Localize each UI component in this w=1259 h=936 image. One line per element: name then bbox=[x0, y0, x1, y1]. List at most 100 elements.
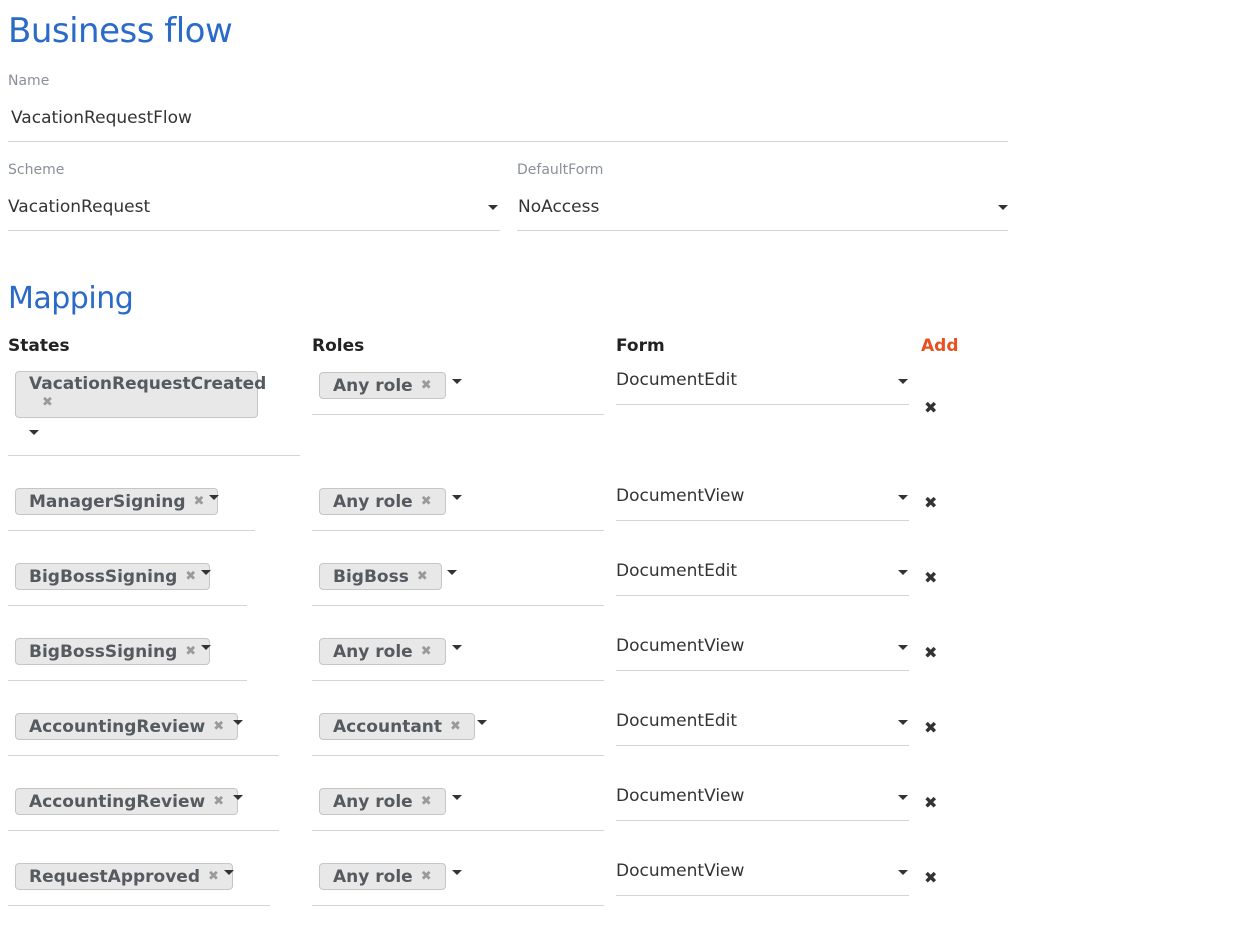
close-icon[interactable]: ✖ bbox=[213, 719, 224, 734]
caret-down-icon bbox=[998, 205, 1008, 210]
state-tag[interactable]: BigBossSigning ✖ bbox=[15, 563, 211, 590]
row-6-state-select[interactable]: AccountingReview ✖ bbox=[8, 786, 279, 831]
role-tag[interactable]: Any role ✖ bbox=[319, 788, 446, 815]
row-3-form-select[interactable]: DocumentEdit bbox=[616, 561, 909, 596]
scheme-underline bbox=[8, 230, 500, 231]
row-7-role-select[interactable]: Any role ✖ bbox=[312, 861, 604, 906]
state-tag[interactable]: VacationRequestCreated ✖ bbox=[15, 371, 266, 418]
close-icon[interactable]: ✖ bbox=[185, 644, 196, 659]
close-icon[interactable]: ✖ bbox=[417, 569, 428, 584]
row-1-form-select[interactable]: DocumentEdit bbox=[616, 370, 909, 405]
row-4-form-select[interactable]: DocumentView bbox=[616, 636, 909, 671]
row-6-role-select[interactable]: Any role ✖ bbox=[312, 786, 604, 831]
state-tag[interactable]: RequestApproved ✖ bbox=[15, 863, 233, 890]
roles-header: Roles bbox=[312, 336, 365, 356]
name-label: Name bbox=[8, 73, 50, 89]
close-icon[interactable]: ✖ bbox=[213, 794, 224, 809]
close-icon[interactable]: ✖ bbox=[42, 395, 244, 411]
close-icon[interactable]: ✖ bbox=[421, 794, 432, 809]
caret-down-icon bbox=[224, 870, 234, 875]
close-icon[interactable]: ✖ bbox=[185, 569, 196, 584]
form-value: DocumentView bbox=[616, 486, 745, 506]
row-7-form-underline bbox=[616, 895, 909, 896]
row-2-role-select[interactable]: Any role ✖ bbox=[312, 486, 604, 531]
close-icon[interactable]: ✖ bbox=[421, 869, 432, 884]
close-icon[interactable]: ✖ bbox=[208, 869, 219, 884]
role-tag-label: Any role bbox=[333, 491, 413, 512]
role-tag[interactable]: Any role ✖ bbox=[319, 488, 446, 515]
row-5-state-select[interactable]: AccountingReview ✖ bbox=[8, 711, 279, 756]
row-2-form-underline bbox=[616, 520, 909, 521]
row-4-form-underline bbox=[616, 670, 909, 671]
state-tag[interactable]: ManagerSigning ✖ bbox=[15, 488, 219, 515]
caret-down-icon bbox=[898, 870, 908, 875]
caret-down-icon bbox=[898, 720, 908, 725]
role-tag[interactable]: Any role ✖ bbox=[319, 638, 446, 665]
remove-row-5-button[interactable]: ✖ bbox=[924, 718, 937, 737]
role-tag[interactable]: BigBoss ✖ bbox=[319, 563, 442, 590]
row-5-role-select[interactable]: Accountant ✖ bbox=[312, 711, 604, 756]
row-1-state-select[interactable]: VacationRequestCreated ✖ bbox=[8, 370, 300, 456]
caret-down-icon bbox=[898, 795, 908, 800]
add-link[interactable]: Add bbox=[921, 336, 959, 356]
row-5-state-underline bbox=[8, 755, 279, 756]
close-icon[interactable]: ✖ bbox=[194, 494, 205, 509]
form-value: DocumentView bbox=[616, 786, 745, 806]
row-3-state-underline bbox=[8, 605, 247, 606]
role-tag-label: BigBoss bbox=[333, 566, 409, 587]
row-3-role-underline bbox=[312, 605, 604, 606]
row-2-state-select[interactable]: ManagerSigning ✖ bbox=[8, 486, 255, 531]
state-tag-label: RequestApproved bbox=[29, 866, 201, 887]
caret-down-icon bbox=[477, 720, 487, 725]
close-icon[interactable]: ✖ bbox=[450, 719, 461, 734]
row-7-role-underline bbox=[312, 905, 604, 906]
caret-down-icon bbox=[233, 795, 243, 800]
row-4-role-select[interactable]: Any role ✖ bbox=[312, 636, 604, 681]
default-form-select[interactable]: NoAccess bbox=[517, 192, 1008, 231]
row-6-form-underline bbox=[616, 820, 909, 821]
state-tag-label: ManagerSigning bbox=[29, 491, 186, 512]
remove-row-2-button[interactable]: ✖ bbox=[924, 493, 937, 512]
close-icon[interactable]: ✖ bbox=[421, 378, 432, 393]
caret-down-icon bbox=[233, 720, 243, 725]
row-6-state-underline bbox=[8, 830, 279, 831]
form-value: DocumentView bbox=[616, 636, 745, 656]
row-1-role-select[interactable]: Any role ✖ bbox=[312, 370, 604, 415]
remove-row-6-button[interactable]: ✖ bbox=[924, 793, 937, 812]
state-tag[interactable]: AccountingReview ✖ bbox=[15, 713, 239, 740]
remove-row-1-button[interactable]: ✖ bbox=[924, 398, 937, 417]
state-tag[interactable]: AccountingReview ✖ bbox=[15, 788, 239, 815]
name-field[interactable]: VacationRequestFlow bbox=[8, 103, 1008, 142]
remove-row-4-button[interactable]: ✖ bbox=[924, 643, 937, 662]
row-6-form-select[interactable]: DocumentView bbox=[616, 786, 909, 821]
close-icon[interactable]: ✖ bbox=[421, 494, 432, 509]
row-7-form-select[interactable]: DocumentView bbox=[616, 861, 909, 896]
caret-down-icon bbox=[452, 795, 462, 800]
row-2-form-select[interactable]: DocumentView bbox=[616, 486, 909, 521]
remove-row-3-button[interactable]: ✖ bbox=[924, 568, 937, 587]
remove-row-7-button[interactable]: ✖ bbox=[924, 868, 937, 887]
row-7-state-underline bbox=[8, 905, 270, 906]
default-form-underline bbox=[517, 230, 1008, 231]
form-value: DocumentEdit bbox=[616, 561, 737, 581]
mapping-title: Mapping bbox=[8, 281, 134, 316]
default-form-label: DefaultForm bbox=[517, 162, 604, 178]
name-value: VacationRequestFlow bbox=[11, 108, 192, 128]
row-2-state-underline bbox=[8, 530, 255, 531]
role-tag[interactable]: Any role ✖ bbox=[319, 863, 446, 890]
row-4-role-underline bbox=[312, 680, 604, 681]
state-tag-label: AccountingReview bbox=[29, 716, 206, 737]
role-tag-label: Any role bbox=[333, 866, 413, 887]
role-tag[interactable]: Any role ✖ bbox=[319, 372, 446, 399]
row-5-form-select[interactable]: DocumentEdit bbox=[616, 711, 909, 746]
row-3-state-select[interactable]: BigBossSigning ✖ bbox=[8, 561, 247, 606]
scheme-select[interactable]: VacationRequest bbox=[8, 192, 500, 231]
row-7-state-select[interactable]: RequestApproved ✖ bbox=[8, 861, 270, 906]
row-5-form-underline bbox=[616, 745, 909, 746]
state-tag[interactable]: BigBossSigning ✖ bbox=[15, 638, 211, 665]
caret-down-icon bbox=[452, 495, 462, 500]
role-tag[interactable]: Accountant ✖ bbox=[319, 713, 475, 740]
row-4-state-select[interactable]: BigBossSigning ✖ bbox=[8, 636, 247, 681]
close-icon[interactable]: ✖ bbox=[421, 644, 432, 659]
row-3-role-select[interactable]: BigBoss ✖ bbox=[312, 561, 604, 606]
